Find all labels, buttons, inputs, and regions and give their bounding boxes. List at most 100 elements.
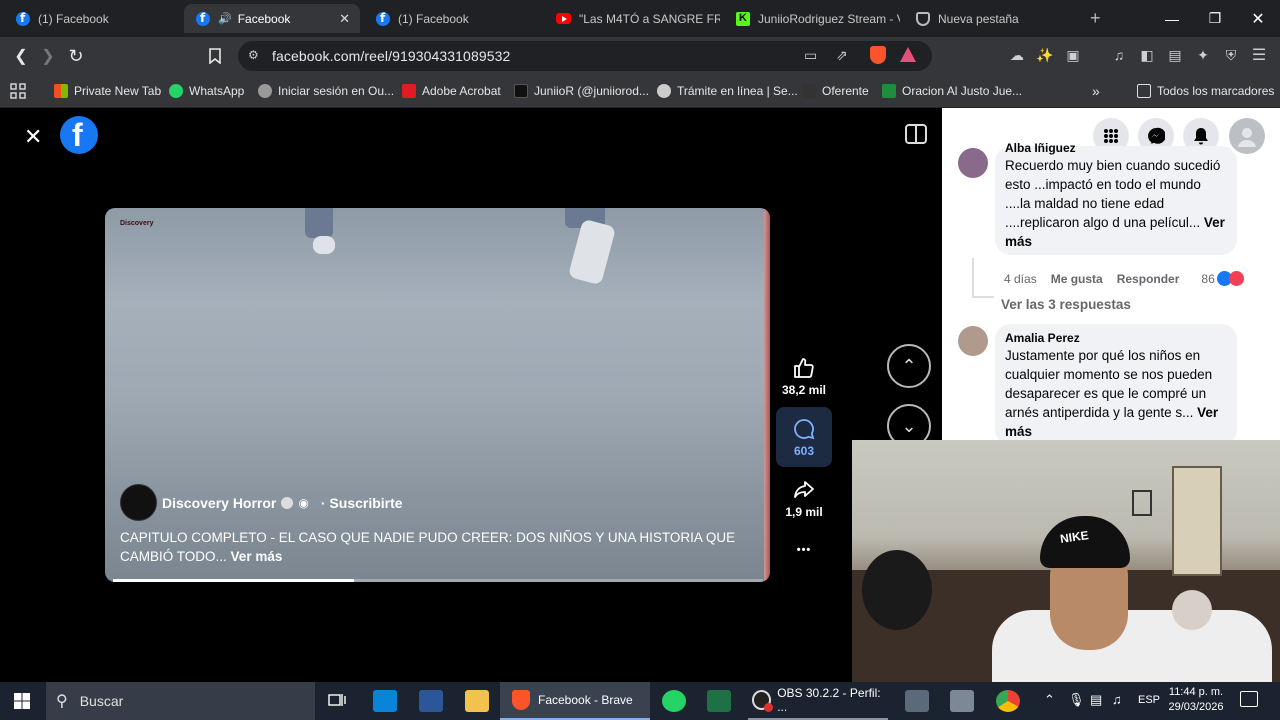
comment-time[interactable]: 4 días <box>1004 272 1037 286</box>
bookmark-tiktok[interactable]: JuniioR (@juniiorod... <box>514 81 649 101</box>
webcam-person-shirt <box>992 610 1272 682</box>
commenter-avatar[interactable] <box>958 148 988 178</box>
bookmark-outlook[interactable]: Iniciar sesión en Ou... <box>258 81 394 101</box>
close-tab-icon[interactable]: ✕ <box>339 11 350 27</box>
tray-chevron-icon[interactable]: ⌃ <box>1044 692 1055 708</box>
more-bookmarks-icon[interactable]: » <box>1092 81 1100 101</box>
tab-kick[interactable]: JuniioRodriguez Stream - V <box>724 4 900 33</box>
see-more-link[interactable]: Ver más <box>231 549 283 564</box>
share-icon[interactable]: ⇗ <box>836 47 848 64</box>
microphone-icon[interactable]: 🎙 <box>1068 692 1085 708</box>
clock[interactable]: 11:44 p. m. 29/03/2026 <box>1165 685 1227 715</box>
bookmark-label: Iniciar sesión en Ou... <box>278 84 395 98</box>
bookmark-oferente[interactable]: Oferente <box>802 81 869 101</box>
tab-title: "Las M4TÓ a SANGRE FRÍA <box>579 11 720 26</box>
bookmark-label: Todos los marcadores <box>1157 84 1275 98</box>
share-button[interactable]: 1,9 mil <box>776 478 832 519</box>
volume-icon[interactable]: ♫ <box>1112 692 1122 707</box>
language-indicator[interactable]: ESP <box>1138 694 1160 706</box>
close-window-icon[interactable]: ✕ <box>1236 0 1280 37</box>
tab-facebook-3[interactable]: (1) Facebook <box>364 4 540 33</box>
whatsapp-icon[interactable] <box>662 690 686 712</box>
whatsapp-icon <box>169 84 183 98</box>
subscribe-link[interactable]: · Suscribirte <box>321 495 403 511</box>
bookmark-tramite[interactable]: Trámite en línea | Se... <box>657 81 798 101</box>
sidebar-icon[interactable]: ◧ <box>1138 46 1156 64</box>
video-player[interactable]: Discovery Discovery Horror ◉ · Suscribir… <box>105 208 770 582</box>
apps-grid-icon[interactable] <box>10 81 26 101</box>
word-icon[interactable] <box>419 690 443 712</box>
taskbar-search-input[interactable]: ⚲ Buscar <box>46 682 315 720</box>
minimize-icon[interactable]: — <box>1150 0 1194 37</box>
wallet-icon[interactable]: ▤ <box>1166 46 1184 64</box>
facebook-logo-icon[interactable]: f <box>60 116 98 154</box>
view-replies-link[interactable]: Ver las 3 respuestas <box>1001 297 1131 312</box>
channel-avatar[interactable] <box>120 484 157 521</box>
previous-reel-icon[interactable]: ⌃ <box>887 344 931 388</box>
vpn-icon[interactable]: ☁ <box>1008 46 1026 64</box>
comment-text: Justamente por qué los niños en cualquie… <box>1005 348 1213 420</box>
site-info-icon[interactable]: ⚙ <box>248 48 259 62</box>
vpn-shield-icon[interactable]: ⛨ <box>1222 46 1240 64</box>
channel-name[interactable]: Discovery Horror <box>162 495 276 511</box>
tab-facebook-active[interactable]: 🔊 Facebook ✕ <box>184 4 360 33</box>
sidebar-toggle-icon[interactable] <box>905 124 927 144</box>
bookmark-oracion[interactable]: Oracion Al Justo Jue... <box>882 81 1022 101</box>
windows-start-icon[interactable] <box>14 693 30 714</box>
bookmark-icon[interactable] <box>203 45 227 67</box>
tab-facebook-1[interactable]: (1) Facebook <box>4 4 180 33</box>
like-button[interactable]: 38,2 mil <box>776 356 832 397</box>
commenter-avatar[interactable] <box>958 326 988 356</box>
new-tab-button[interactable]: + <box>1090 8 1101 29</box>
like-count: 38,2 mil <box>781 383 827 397</box>
tab-new[interactable]: Nueva pestaña <box>904 4 1080 33</box>
notification-center-icon[interactable] <box>1240 691 1258 707</box>
progress-bar[interactable] <box>113 579 763 582</box>
youtube-icon <box>556 13 571 24</box>
taskbar-obs[interactable]: OBS 30.2.2 - Perfil: ... <box>748 682 888 720</box>
extensions-icon[interactable]: ✨ <box>1036 46 1054 64</box>
cast-icon[interactable]: ▭ <box>804 47 817 64</box>
comment-button[interactable]: 603 <box>776 407 832 467</box>
tab-youtube[interactable]: "Las M4TÓ a SANGRE FRÍA <box>544 4 720 33</box>
acrobat-icon <box>402 84 416 98</box>
url-field[interactable]: ⚙ facebook.com/reel/919304331089532 ▭ ⇗ <box>238 41 932 71</box>
bookmark-private-tab[interactable]: Private New Tab <box>54 81 161 101</box>
store-icon[interactable] <box>373 690 397 712</box>
brave-shield-icon[interactable] <box>870 46 886 64</box>
bookmarks-bar: Private New Tab WhatsApp Iniciar sesión … <box>0 75 1280 108</box>
music-icon[interactable]: ♫ <box>1110 46 1128 64</box>
bookmark-whatsapp[interactable]: WhatsApp <box>169 81 244 101</box>
comment-like-button[interactable]: Me gusta <box>1051 272 1103 286</box>
comment-author[interactable]: Alba Iñiguez <box>1005 140 1225 156</box>
tab-title: Facebook <box>237 11 291 26</box>
excel-icon[interactable] <box>707 690 731 712</box>
file-explorer-icon[interactable] <box>465 690 489 712</box>
all-bookmarks-folder[interactable]: Todos los marcadores <box>1137 81 1274 101</box>
task-view-icon[interactable] <box>327 690 351 712</box>
screenshot-icon[interactable]: ▣ <box>1064 46 1082 64</box>
seal-icon <box>657 84 671 98</box>
calculator-icon[interactable] <box>905 690 929 712</box>
webcam-fan <box>862 550 932 630</box>
love-reaction-icon <box>1228 271 1244 286</box>
brave-rewards-icon[interactable] <box>900 47 916 62</box>
speaker-icon[interactable]: 🔊 <box>218 12 232 25</box>
close-viewer-icon[interactable]: ✕ <box>24 124 42 150</box>
network-icon[interactable]: ▤ <box>1090 692 1102 708</box>
leo-ai-icon[interactable]: ✦ <box>1194 46 1212 64</box>
back-icon[interactable]: ❮ <box>9 45 33 67</box>
camera-icon[interactable] <box>950 690 974 712</box>
profile-avatar[interactable] <box>1229 118 1265 154</box>
bookmark-acrobat[interactable]: Adobe Acrobat <box>402 81 501 101</box>
maximize-icon[interactable]: ❐ <box>1193 0 1237 37</box>
taskbar-brave-facebook[interactable]: Facebook - Brave <box>500 682 650 720</box>
chrome-icon[interactable] <box>996 690 1020 712</box>
menu-icon[interactable]: ☰ <box>1250 46 1268 64</box>
reload-icon[interactable]: ↻ <box>64 45 88 67</box>
comment-reply-button[interactable]: Responder <box>1117 272 1180 286</box>
forward-icon[interactable]: ❯ <box>36 45 60 67</box>
comment-author[interactable]: Amalia Perez <box>1005 330 1225 346</box>
clock-date: 29/03/2026 <box>1168 701 1224 713</box>
more-options-icon[interactable]: ••• <box>776 544 832 556</box>
